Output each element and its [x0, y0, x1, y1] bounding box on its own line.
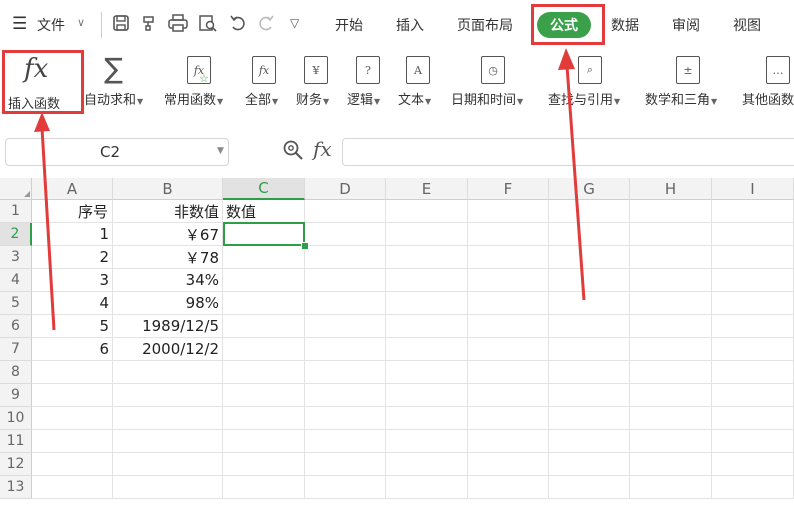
- arrow-to-insert-function: [34, 112, 56, 331]
- annotation-arrows: [34, 48, 586, 331]
- arrow-to-formula-tab: [558, 48, 586, 301]
